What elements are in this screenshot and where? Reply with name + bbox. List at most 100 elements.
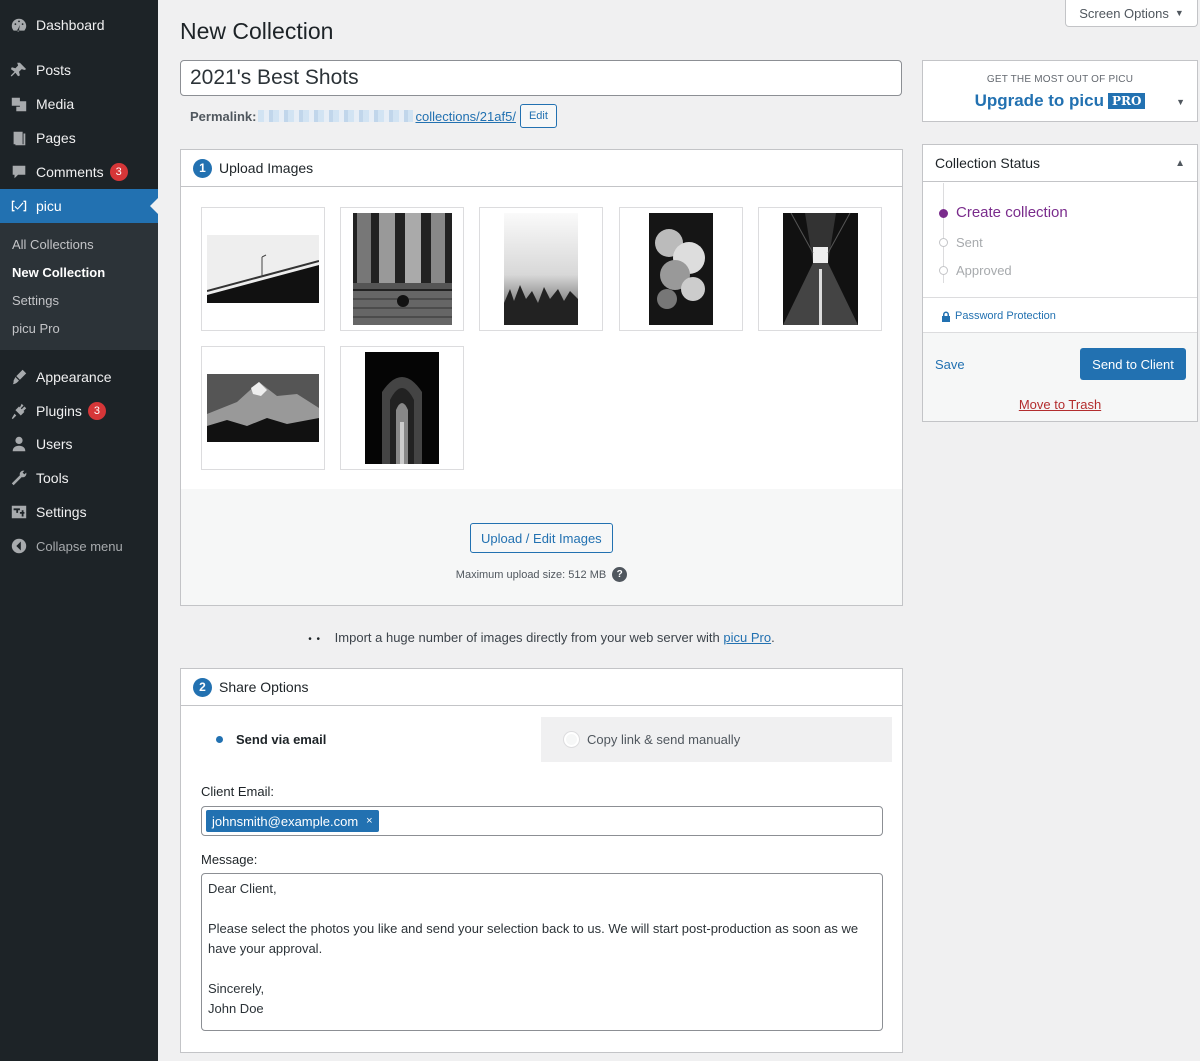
menu-label: Comments — [36, 164, 104, 180]
menu-comments[interactable]: Comments 3 — [0, 155, 158, 189]
image-thumbnail-corridor[interactable] — [758, 207, 882, 331]
step-number-badge: 2 — [193, 677, 212, 697]
menu-label: Posts — [36, 62, 72, 78]
status-dot-active — [939, 209, 948, 218]
image-thumbnail-archway[interactable] — [340, 346, 464, 470]
pin-icon — [9, 60, 29, 80]
move-to-trash-link[interactable]: Move to Trash — [923, 397, 1197, 412]
menu-settings[interactable]: Settings — [0, 495, 158, 529]
password-protection-label: Password Protection — [955, 310, 1056, 322]
menu-picu[interactable]: picu — [0, 189, 158, 223]
tab-send-via-email[interactable]: Send via email — [192, 717, 541, 762]
radio-unselected-icon — [564, 732, 579, 747]
upload-footer: Upload / Edit Images Maximum upload size… — [181, 489, 902, 605]
caret-down-icon[interactable]: ▼ — [1176, 97, 1185, 107]
upgrade-heading[interactable]: Upgrade to picu PRO — [923, 91, 1197, 111]
edit-slug-button[interactable]: Edit — [519, 104, 557, 128]
clouds-photo — [649, 213, 713, 325]
collapse-menu-button[interactable]: Collapse menu — [0, 529, 158, 563]
image-thumbnail-forest-fog[interactable] — [479, 207, 603, 331]
tab-label: Copy link & send manually — [587, 732, 741, 747]
picu-submenu: All Collections New Collection Settings … — [0, 223, 158, 350]
password-protection-link[interactable]: Password Protection — [941, 310, 1056, 322]
menu-label: Plugins — [36, 403, 82, 419]
panel-header[interactable]: Collection Status ▲ — [923, 145, 1197, 182]
panel-title: Upload Images — [219, 160, 314, 176]
upload-images-panel: 1 Upload Images Upload / Edit Images Max… — [180, 149, 903, 606]
forest-fog-photo — [504, 213, 578, 325]
menu-dashboard[interactable]: Dashboard — [0, 8, 158, 42]
import-note-end: . — [771, 630, 775, 645]
submenu-new-collection[interactable]: New Collection — [12, 265, 105, 280]
caret-down-icon: ▼ — [1174, 8, 1184, 18]
comments-count-badge: 3 — [109, 163, 128, 181]
step-number-badge: 1 — [193, 158, 212, 178]
upload-edit-images-button[interactable]: Upload / Edit Images — [470, 523, 613, 553]
picu-icon — [9, 196, 29, 216]
radio-selected-icon — [216, 736, 223, 743]
save-button[interactable]: Save — [935, 357, 965, 372]
menu-label: Tools — [36, 470, 69, 486]
pages-icon — [9, 128, 29, 148]
menu-pages[interactable]: Pages — [0, 121, 158, 155]
menu-label: picu — [36, 198, 62, 214]
screen-options-button[interactable]: Screen Options ▼ — [1065, 0, 1198, 27]
collection-title-input[interactable] — [180, 60, 902, 96]
permalink-link[interactable]: collections/21af5/ — [415, 109, 515, 124]
menu-label: Appearance — [36, 369, 112, 385]
submenu-picu-pro[interactable]: picu Pro — [12, 321, 60, 336]
upgrade-tagline: GET THE MOST OUT OF PICU — [986, 74, 1134, 85]
image-thumbnail-clouds[interactable] — [619, 207, 743, 331]
status-dot — [939, 266, 948, 275]
picu-pro-link[interactable]: picu Pro — [723, 630, 771, 645]
caret-up-icon[interactable]: ▲ — [1175, 158, 1185, 169]
client-email-field[interactable]: johnsmith@example.com × — [201, 806, 883, 836]
tab-copy-link[interactable]: Copy link & send manually — [541, 717, 892, 762]
menu-appearance[interactable]: Appearance — [0, 360, 158, 394]
image-thumbnail-bridge[interactable] — [201, 207, 325, 331]
collection-status-panel: Collection Status ▲ Create collection Se… — [922, 144, 1198, 422]
pro-badge: PRO — [1107, 93, 1146, 109]
menu-posts[interactable]: Posts — [0, 53, 158, 87]
permalink-row: Permalink: collections/21af5/ Edit — [190, 104, 557, 128]
users-icon — [9, 434, 29, 454]
email-token: johnsmith@example.com × — [206, 810, 379, 832]
menu-label: Dashboard — [36, 17, 105, 33]
panel-header: 2 Share Options — [181, 669, 902, 706]
blurred-domain — [258, 110, 414, 122]
menu-label: Media — [36, 96, 75, 112]
menu-media[interactable]: Media — [0, 87, 158, 121]
menu-users[interactable]: Users — [0, 427, 158, 461]
remove-email-icon[interactable]: × — [366, 815, 372, 827]
submenu-all-collections[interactable]: All Collections — [12, 237, 94, 252]
submenu-settings[interactable]: Settings — [12, 293, 59, 308]
send-to-client-button[interactable]: Send to Client — [1080, 348, 1186, 380]
page-title: New Collection — [180, 18, 334, 44]
upgrade-box[interactable]: GET THE MOST OUT OF PICU Upgrade to picu… — [922, 60, 1198, 122]
lock-icon — [942, 311, 950, 322]
status-actions: Save Send to Client Move to Trash — [923, 332, 1197, 421]
image-thumbnail-mountain[interactable] — [201, 346, 325, 470]
import-note-text: Import a huge number of images directly … — [334, 630, 720, 645]
image-thumbnail-columns[interactable] — [340, 207, 464, 331]
columns-photo — [352, 213, 452, 325]
menu-label: Users — [36, 436, 73, 452]
divider — [923, 297, 1197, 298]
permalink-label: Permalink: — [190, 108, 257, 124]
brush-icon — [9, 367, 29, 387]
menu-tools[interactable]: Tools — [0, 461, 158, 495]
status-step-create: Create collection — [956, 204, 1068, 221]
help-icon[interactable]: ? — [612, 567, 628, 582]
wrench-icon — [9, 468, 29, 488]
bridge-photo — [207, 235, 319, 303]
corridor-photo — [782, 213, 858, 325]
current-menu-arrow — [150, 198, 158, 214]
status-step-sent: Sent — [956, 235, 983, 250]
panel-header: 1 Upload Images — [181, 150, 902, 187]
upgrade-link: Upgrade to picu — [974, 91, 1104, 110]
settings-icon — [9, 502, 29, 522]
email-token-text: johnsmith@example.com — [212, 813, 359, 829]
message-textarea[interactable]: Dear Client, Please select the photos yo… — [201, 873, 883, 1031]
media-icon — [9, 94, 29, 114]
menu-plugins[interactable]: Plugins 3 — [0, 394, 158, 428]
